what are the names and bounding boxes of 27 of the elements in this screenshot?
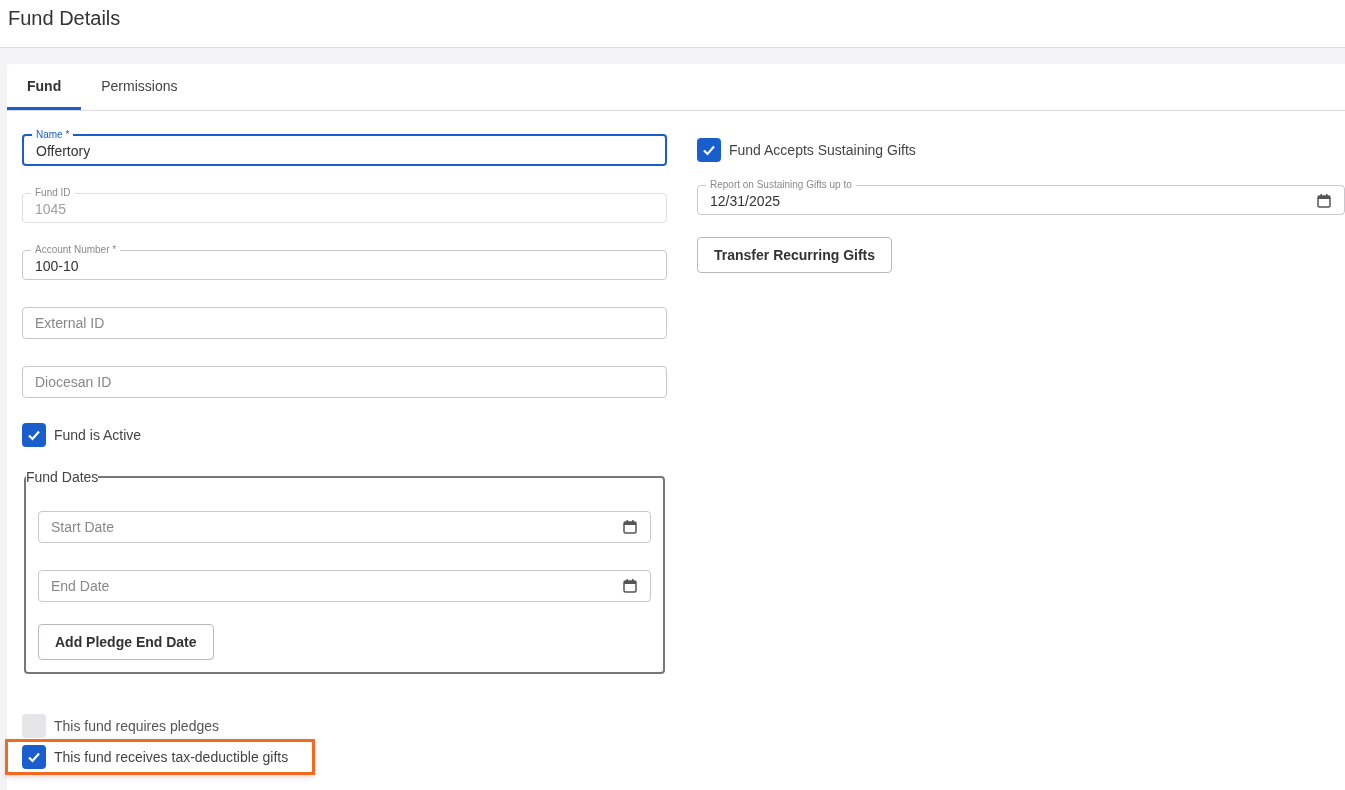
checkbox-label: This fund requires pledges (54, 717, 219, 736)
checkbox-label: Fund is Active (54, 426, 142, 445)
field-label: Fund ID (34, 188, 72, 198)
input-field[interactable]: Name * Offertory (22, 130, 667, 166)
field-label: Report on Sustaining Gifts up to (709, 180, 853, 190)
tab[interactable]: Permissions (81, 64, 198, 110)
field-label: Name * (35, 130, 71, 140)
calendar-icon[interactable] (622, 578, 638, 594)
checkbox[interactable] (697, 138, 721, 162)
input-field[interactable]: Diocesan ID (22, 366, 667, 398)
date-field[interactable]: End Date (38, 570, 651, 602)
checkbox[interactable] (22, 745, 46, 769)
action-button[interactable]: Add Pledge End Date (38, 624, 214, 660)
checkbox-label: This fund receives tax-deductible gifts (54, 748, 289, 767)
group-legend: Fund Dates (26, 467, 99, 487)
tab[interactable]: Fund (7, 64, 82, 110)
input-field[interactable]: External ID (22, 307, 667, 339)
date-field[interactable]: Start Date (38, 511, 651, 543)
field-label: Account Number * (34, 245, 118, 255)
page-title: Fund Details (8, 6, 121, 31)
calendar-icon[interactable] (622, 519, 638, 535)
checkbox-label: Fund Accepts Sustaining Gifts (729, 141, 916, 160)
date-field[interactable]: Report on Sustaining Gifts up to 12/31/2025 (697, 180, 1345, 215)
input-field[interactable]: Account Number * 100-10 (22, 245, 667, 280)
calendar-icon[interactable] (1316, 193, 1332, 209)
action-button[interactable]: Transfer Recurring Gifts (697, 237, 893, 273)
checkbox[interactable] (22, 423, 46, 447)
